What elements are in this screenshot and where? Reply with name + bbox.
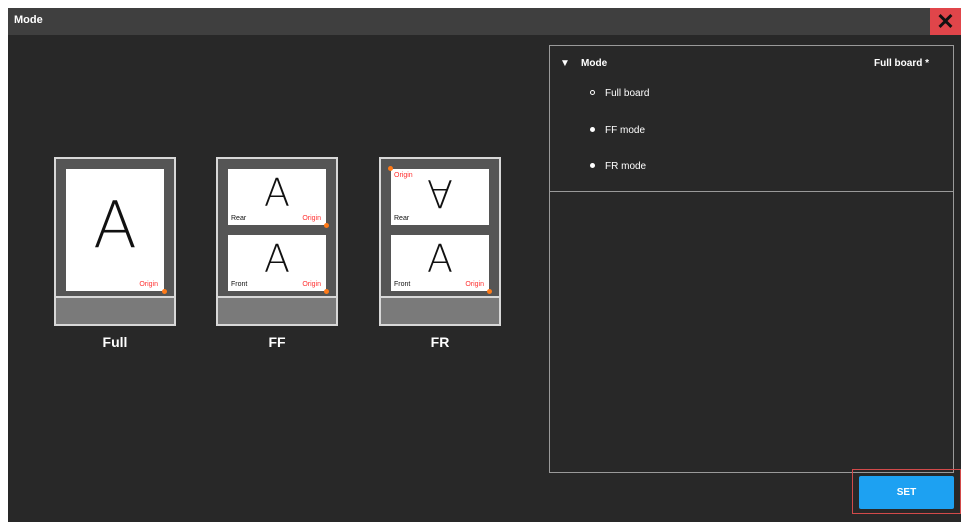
board-footer — [218, 296, 336, 324]
full-letter: A — [93, 189, 137, 263]
title-bar: Mode ✕ — [8, 8, 961, 35]
mode-section-title: Mode — [581, 58, 608, 69]
mode-current-value: Full board * — [874, 58, 929, 69]
board-fr[interactable]: A Origin Rear A Front Origin — [379, 157, 501, 326]
set-button[interactable]: SET — [859, 476, 954, 509]
origin-dot — [324, 223, 329, 228]
rear-label: Rear — [394, 215, 410, 222]
option-fr-mode[interactable]: FR mode — [590, 161, 646, 172]
origin-dot — [487, 289, 492, 294]
full-panel: A Origin — [66, 169, 167, 294]
fr-front-panel: A Front Origin — [391, 235, 492, 294]
option-label: FF mode — [605, 125, 646, 136]
option-ff-mode[interactable]: FF mode — [590, 125, 645, 136]
board-label-fr: FR — [430, 334, 450, 350]
origin-label: Origin — [394, 172, 413, 179]
fr-front-letter: A — [427, 237, 453, 281]
origin-label: Origin — [302, 281, 321, 288]
origin-label: Origin — [302, 215, 321, 222]
origin-label: Origin — [139, 281, 158, 288]
board-ff[interactable]: A Rear Origin A Front Origin — [216, 157, 338, 326]
board-footer — [381, 296, 499, 324]
fr-rear-panel: A Origin Rear — [388, 166, 489, 225]
settings-panel: ▼ Mode Full board * Full board FF mode F… — [549, 45, 954, 473]
ff-rear-panel: A Rear Origin — [228, 169, 329, 228]
close-icon[interactable]: ✕ — [930, 8, 961, 35]
divider — [550, 191, 954, 192]
origin-dot — [162, 289, 167, 294]
ff-rear-letter: A — [264, 171, 290, 215]
front-label: Front — [231, 281, 248, 288]
option-label: Full board — [605, 88, 650, 99]
ff-front-letter: A — [264, 237, 290, 281]
board-label-full: Full — [102, 334, 128, 350]
window-title: Mode — [14, 14, 43, 26]
ff-front-panel: A Front Origin — [228, 235, 329, 294]
radio-icon — [590, 126, 595, 132]
origin-label: Origin — [465, 281, 484, 288]
origin-dot — [388, 166, 393, 171]
board-full[interactable]: A Origin — [54, 157, 176, 326]
board-footer — [56, 296, 174, 324]
option-label: FR mode — [605, 161, 647, 172]
rear-label: Rear — [231, 215, 247, 222]
origin-dot — [324, 289, 329, 294]
radio-selected-icon — [590, 89, 595, 95]
option-full-board[interactable]: Full board — [590, 88, 649, 99]
board-label-ff: FF — [268, 334, 286, 350]
front-label: Front — [394, 281, 411, 288]
radio-icon — [590, 162, 595, 168]
mode-section-header[interactable]: ▼ Mode — [560, 58, 607, 69]
